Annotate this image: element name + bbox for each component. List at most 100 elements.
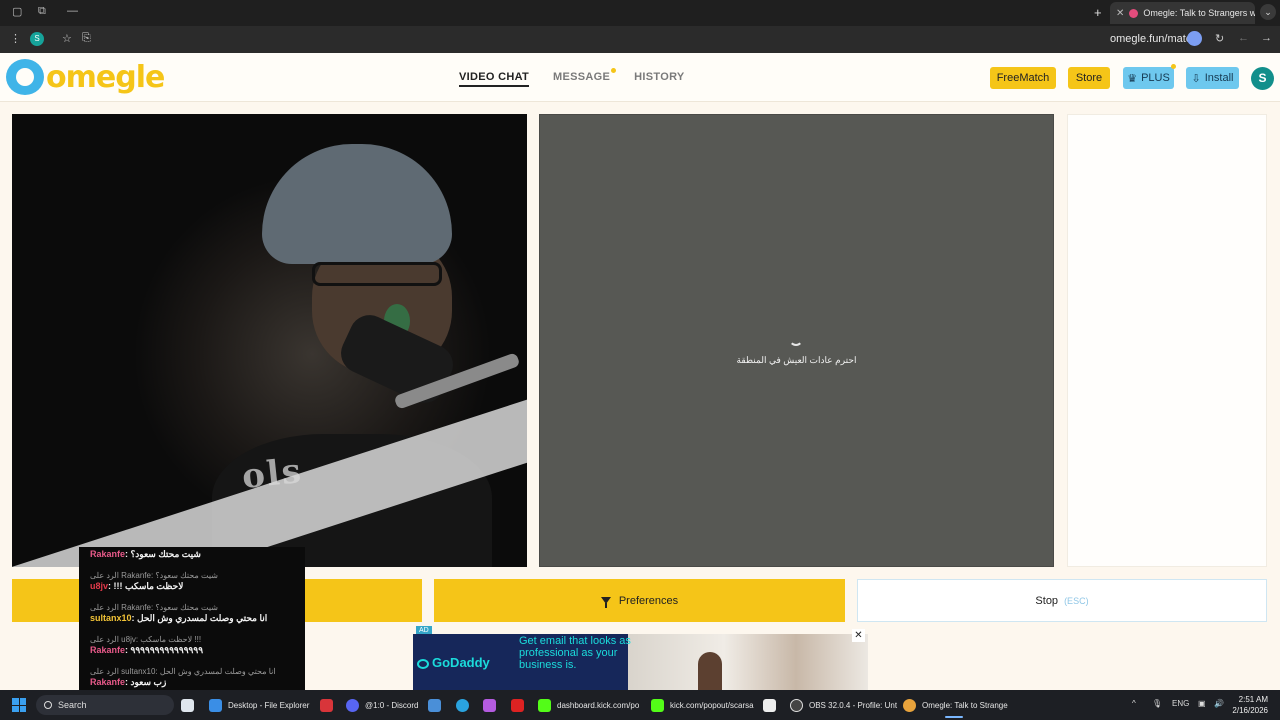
store-button[interactable]: Store xyxy=(1068,67,1110,89)
windows-start-icon[interactable] xyxy=(12,698,26,712)
chat-username[interactable]: Rakanfe xyxy=(90,677,125,687)
ad-close-button[interactable]: ✕ xyxy=(852,629,865,642)
chat-text: زب سعود xyxy=(130,677,167,687)
taskbar-app-explorer[interactable]: Desktop - File Explorer xyxy=(209,695,309,715)
taskbar-app-obs[interactable]: OBS 32.0.4 - Profile: Unt xyxy=(790,695,897,715)
tray-chevron-icon[interactable]: ^ xyxy=(1132,699,1136,708)
install-icon: ⇩ xyxy=(1191,72,1201,85)
tab-search-icon[interactable]: ⌄ xyxy=(1260,4,1276,20)
chat-text: شيت محتك سعود؟ xyxy=(130,549,201,559)
file-explorer-icon xyxy=(209,698,222,712)
loading-spinner-icon xyxy=(789,332,803,346)
ad-brand: GoDaddy xyxy=(417,655,490,670)
nav-history[interactable]: HISTORY xyxy=(634,71,684,87)
chat-reply-context: الرد على sultanx10: انا محتي وصلت لمسدري… xyxy=(90,667,276,676)
chat-username[interactable]: sultanx10 xyxy=(90,613,132,623)
ad-banner[interactable]: GoDaddy Get email that looks as professi… xyxy=(413,634,868,690)
tab-favicon-icon xyxy=(1129,8,1139,18)
install-label: Install xyxy=(1204,72,1234,84)
preferences-label: Preferences xyxy=(618,594,679,607)
task-view-icon[interactable] xyxy=(181,699,194,712)
ad-photo xyxy=(628,634,868,690)
main-nav: VIDEO CHAT MESSAGE HISTORY xyxy=(459,68,685,87)
reload-icon[interactable]: ↻ xyxy=(1215,32,1224,45)
nav-video-chat[interactable]: VIDEO CHAT xyxy=(459,71,530,87)
epic-games-icon[interactable] xyxy=(763,699,776,712)
back-icon[interactable]: ← xyxy=(1238,32,1249,44)
chat-message: u8jv: !!! لاحظت ماسكب xyxy=(90,581,184,591)
ad-brand-text: GoDaddy xyxy=(432,655,490,670)
local-video: ols xyxy=(12,114,527,567)
stop-shortcut: (ESC) xyxy=(1064,595,1089,606)
chat-text: !!! لاحظت ماسكب xyxy=(113,581,184,591)
remote-video: احترم عادات العيش في المنطقة xyxy=(539,114,1054,567)
install-button[interactable]: ⇩ Install xyxy=(1186,67,1239,89)
site-header: omegle VIDEO CHAT MESSAGE HISTORY FreeMa… xyxy=(0,53,1280,102)
chat-text: ٩٩٩٩٩٩٩٩٩٩٩٩٩٩٩ xyxy=(130,645,204,655)
new-tab-button[interactable]: + xyxy=(1094,5,1102,20)
clock-date: 2/16/2026 xyxy=(1232,706,1268,715)
tab-group-icon[interactable]: ⎘ xyxy=(82,32,91,45)
taskbar-app-chrome[interactable]: Omegle: Talk to Strange xyxy=(903,695,1008,718)
kick-icon xyxy=(538,698,551,712)
godaddy-icon xyxy=(417,658,429,669)
chat-message: Rakanfe: شيت محتك سعود؟ xyxy=(90,549,201,559)
minimize-icon[interactable]: — xyxy=(67,5,78,17)
active-tab[interactable]: ✕ Omegle: Talk to Strangers w xyxy=(1110,2,1255,24)
tab-title: Omegle: Talk to Strangers w xyxy=(1143,8,1255,18)
taskbar-app-discord[interactable]: @1:0 - Discord xyxy=(346,695,418,715)
netflix-icon[interactable] xyxy=(511,699,524,712)
language-indicator[interactable]: ENG xyxy=(1172,699,1189,708)
chat-username[interactable]: Rakanfe xyxy=(90,645,125,655)
remote-status-text: احترم عادات العيش في المنطقة xyxy=(736,355,857,365)
taskbar-app-kick-popout[interactable]: kick.com/popout/scarsa xyxy=(651,695,754,715)
nav-message-label: MESSAGE xyxy=(553,71,611,83)
plus-label: PLUS xyxy=(1141,72,1170,84)
extension-icon[interactable] xyxy=(1187,31,1202,46)
clock-time: 2:51 AM xyxy=(1238,695,1268,704)
bookmark-star-icon[interactable]: ☆ xyxy=(62,32,72,45)
side-panel xyxy=(1067,114,1267,567)
stop-button[interactable]: Stop (ESC) xyxy=(857,579,1267,622)
preferences-button[interactable]: Preferences xyxy=(434,579,845,622)
discord-icon xyxy=(346,698,359,712)
chat-username[interactable]: Rakanfe xyxy=(90,549,125,559)
chat-username[interactable]: u8jv xyxy=(90,581,108,591)
chat-message: sultanx10: انا محتي وصلت لمسدري وش الحل xyxy=(90,613,268,623)
logo-mark-icon xyxy=(6,59,44,95)
microphone-icon[interactable]: 🎙 xyxy=(1152,699,1162,708)
network-icon[interactable]: ▣ xyxy=(1198,699,1206,708)
restore-icon[interactable]: ⧉ xyxy=(38,5,46,18)
address-bar: ⋮ S ☆ ⎘ omegle.fun/match ↻ ← → xyxy=(0,26,1280,53)
chat-reply-context: الرد على Rakanfe: شيت محتك سعود؟ xyxy=(90,603,218,612)
chat-message: Rakanfe: زب سعود xyxy=(90,677,167,687)
filter-icon xyxy=(600,597,611,608)
obs-icon xyxy=(790,698,803,712)
angular-icon[interactable] xyxy=(320,699,333,712)
forward-icon[interactable]: → xyxy=(1261,32,1272,44)
telegram-icon[interactable] xyxy=(456,699,469,712)
more-menu-icon[interactable]: ⋮ xyxy=(10,32,21,45)
taskbar-clock[interactable]: 2:51 AM 2/16/2026 xyxy=(1230,694,1268,716)
taskbar-app-kick-dashboard[interactable]: dashboard.kick.com/po xyxy=(538,695,639,715)
nav-message[interactable]: MESSAGE xyxy=(553,68,617,87)
taskbar-search[interactable]: Search xyxy=(36,695,174,715)
plus-button[interactable]: ♛ PLUS xyxy=(1123,64,1176,89)
chat-reply-context: الرد على Rakanfe: شيت محتك سعود؟ xyxy=(90,571,218,580)
omegle-logo[interactable]: omegle xyxy=(6,59,165,95)
chrome-icon xyxy=(903,698,916,712)
user-avatar[interactable]: S xyxy=(1251,67,1274,90)
chat-text: انا محتي وصلت لمسدري وش الحل xyxy=(137,613,268,623)
photos-icon[interactable] xyxy=(428,699,441,712)
profile-icon[interactable]: S xyxy=(30,32,44,46)
stream-chat-overlay: Rakanfe: شيت محتك سعود؟ الرد على Rakanfe:… xyxy=(79,547,305,693)
chat-reply-context: الرد على u8jv: لاحظت ماسكب !!! xyxy=(90,635,202,644)
volume-icon[interactable]: 🔊 xyxy=(1214,699,1224,708)
close-tab-icon[interactable]: ✕ xyxy=(1116,8,1124,19)
window-menu-icon[interactable]: ▢ xyxy=(12,5,22,18)
copilot-icon[interactable] xyxy=(483,699,496,712)
url-field[interactable]: omegle.fun/match xyxy=(1110,33,1197,45)
search-icon xyxy=(44,701,52,709)
freematch-button[interactable]: FreeMatch xyxy=(990,67,1056,89)
plus-badge xyxy=(1171,64,1176,69)
